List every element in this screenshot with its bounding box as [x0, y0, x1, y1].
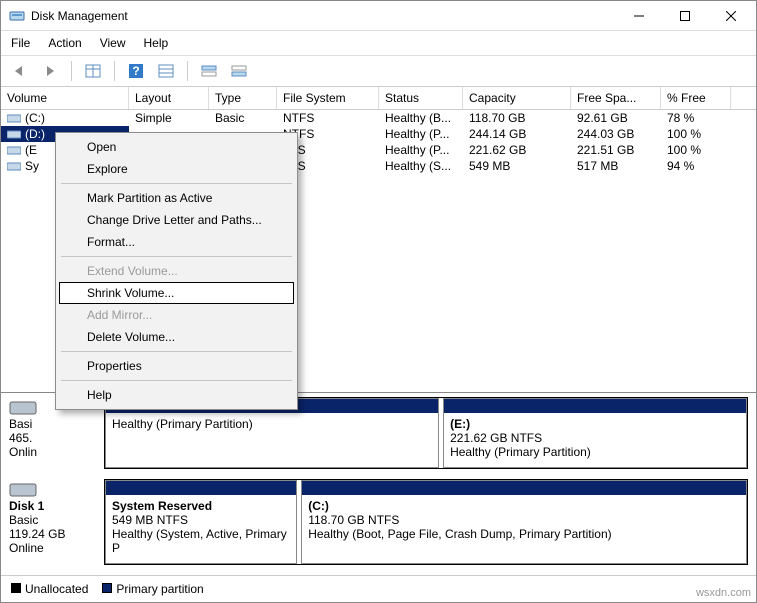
disk-row-1: Disk 1 Basic 119.24 GB Online System Res…	[9, 479, 748, 565]
partition-name: System Reserved	[112, 499, 290, 513]
partition-cap: 221.62 GB NTFS	[450, 431, 740, 445]
separator	[61, 380, 292, 381]
ctx-help[interactable]: Help	[59, 384, 294, 406]
partition[interactable]: (E:) 221.62 GB NTFS Healthy (Primary Par…	[443, 398, 747, 468]
separator	[61, 183, 292, 184]
legend-swatch-primary	[102, 583, 112, 593]
volume-grid-header: Volume Layout Type File System Status Ca…	[1, 87, 756, 110]
partition[interactable]: System Reserved 549 MB NTFS Healthy (Sys…	[105, 480, 297, 564]
back-button[interactable]	[9, 60, 31, 82]
disk-status: Onlin	[9, 445, 104, 459]
toolbar: ?	[1, 56, 756, 87]
app-icon	[9, 8, 25, 24]
menu-help[interactable]: Help	[142, 34, 171, 52]
separator	[114, 61, 115, 81]
ctx-shrink-volume[interactable]: Shrink Volume...	[59, 282, 294, 304]
volume-icon	[7, 161, 21, 172]
menu-action[interactable]: Action	[46, 34, 83, 52]
volume-icon	[7, 113, 21, 124]
disk-icon	[9, 479, 37, 499]
disk-status: Online	[9, 541, 104, 555]
menu-file[interactable]: File	[9, 34, 32, 52]
watermark: wsxdn.com	[696, 587, 751, 599]
disk-graphical-view: Basi 465. Onlin Healthy (Primary Partiti…	[1, 392, 756, 575]
maximize-button[interactable]	[662, 1, 708, 31]
disk-type: Basi	[9, 417, 104, 431]
partition-name: (E:)	[450, 417, 740, 431]
legend-primary: Primary partition	[116, 582, 203, 596]
ctx-change-letter[interactable]: Change Drive Letter and Paths...	[59, 209, 294, 231]
partition-bar	[106, 481, 296, 495]
ctx-delete-volume[interactable]: Delete Volume...	[59, 326, 294, 348]
minimize-button[interactable]	[616, 1, 662, 31]
legend-swatch-unallocated	[11, 583, 21, 593]
help-icon[interactable]: ?	[125, 60, 147, 82]
col-status[interactable]: Status	[379, 87, 463, 109]
separator	[71, 61, 72, 81]
separator	[187, 61, 188, 81]
partition-status: Healthy (Boot, Page File, Crash Dump, Pr…	[308, 527, 740, 541]
tool-disk-top-icon[interactable]	[198, 60, 220, 82]
volume-icon	[7, 129, 21, 140]
partition-name: (C:)	[308, 499, 740, 513]
ctx-mark-active[interactable]: Mark Partition as Active	[59, 187, 294, 209]
ctx-explore[interactable]: Explore	[59, 158, 294, 180]
partition-cap: 118.70 GB NTFS	[308, 513, 740, 527]
tool-grid-icon[interactable]	[82, 60, 104, 82]
partition-status: Healthy (Primary Partition)	[112, 417, 432, 431]
menu-view[interactable]: View	[98, 34, 128, 52]
svg-text:?: ?	[132, 64, 139, 78]
volume-name: (D:)	[25, 127, 45, 141]
disk-capacity: 465.	[9, 431, 104, 445]
ctx-properties[interactable]: Properties	[59, 355, 294, 377]
legend-unallocated: Unallocated	[25, 582, 88, 596]
titlebar: Disk Management	[1, 1, 756, 31]
ctx-open[interactable]: Open	[59, 136, 294, 158]
col-pfree[interactable]: % Free	[661, 87, 731, 109]
volume-name: Sy	[25, 159, 39, 173]
col-filesystem[interactable]: File System	[277, 87, 379, 109]
separator	[61, 256, 292, 257]
col-capacity[interactable]: Capacity	[463, 87, 571, 109]
ctx-format[interactable]: Format...	[59, 231, 294, 253]
disk-type: Basic	[9, 513, 104, 527]
volume-name: (C:)	[25, 111, 45, 125]
ctx-extend-volume: Extend Volume...	[59, 260, 294, 282]
tool-disk-bottom-icon[interactable]	[228, 60, 250, 82]
tool-list-icon[interactable]	[155, 60, 177, 82]
window-title: Disk Management	[31, 9, 616, 23]
close-button[interactable]	[708, 1, 754, 31]
context-menu: Open Explore Mark Partition as Active Ch…	[55, 132, 298, 410]
disk-name: Disk 1	[9, 499, 104, 513]
partition-status: Healthy (Primary Partition)	[450, 445, 740, 459]
disk-capacity: 119.24 GB	[9, 527, 104, 541]
table-row[interactable]: (C:) Simple Basic NTFS Healthy (B... 118…	[1, 110, 756, 126]
partition-bar	[302, 481, 746, 495]
menubar: File Action View Help	[1, 31, 756, 56]
separator	[61, 351, 292, 352]
col-layout[interactable]: Layout	[129, 87, 209, 109]
volume-icon	[7, 145, 21, 156]
col-volume[interactable]: Volume	[1, 87, 129, 109]
partition[interactable]: (C:) 118.70 GB NTFS Healthy (Boot, Page …	[301, 480, 747, 564]
partition-cap: 549 MB NTFS	[112, 513, 290, 527]
ctx-add-mirror: Add Mirror...	[59, 304, 294, 326]
partition-bar	[444, 399, 746, 413]
legend: Unallocated Primary partition	[1, 575, 756, 602]
volume-name: (E	[25, 143, 37, 157]
disk-icon	[9, 397, 37, 417]
col-type[interactable]: Type	[209, 87, 277, 109]
partition-status: Healthy (System, Active, Primary P	[112, 527, 290, 555]
forward-button[interactable]	[39, 60, 61, 82]
col-free[interactable]: Free Spa...	[571, 87, 661, 109]
